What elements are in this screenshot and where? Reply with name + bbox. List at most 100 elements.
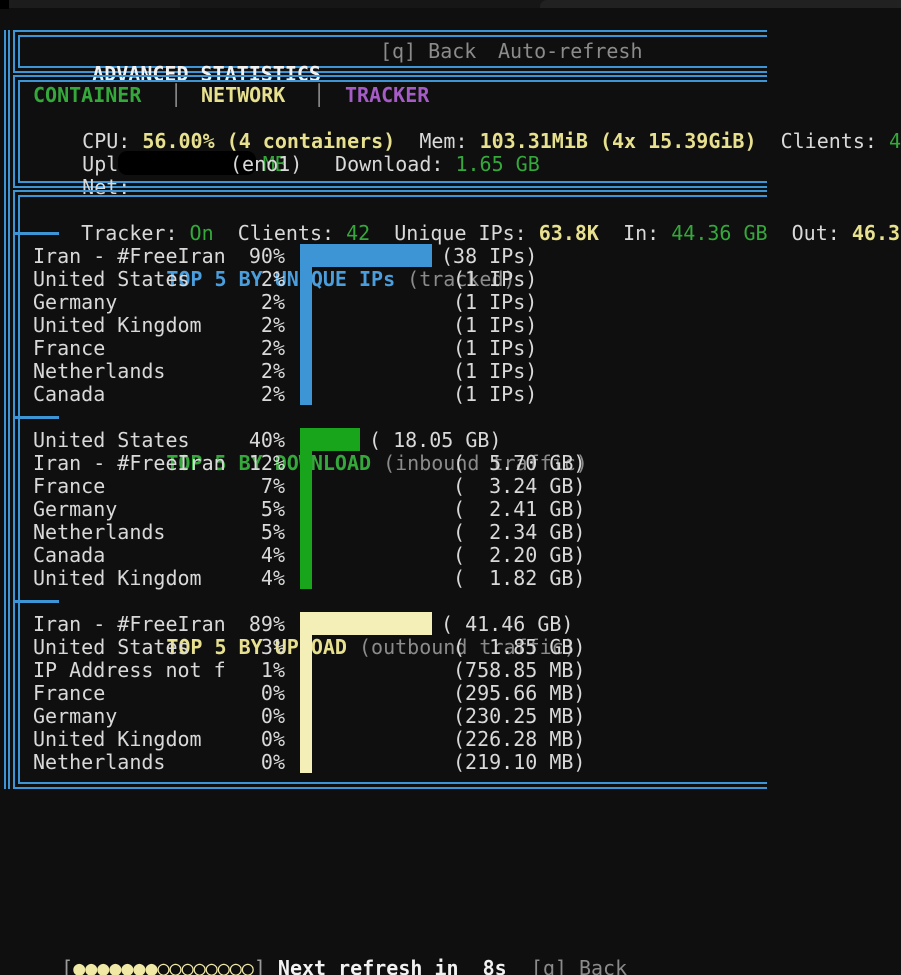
row-bar bbox=[300, 635, 312, 658]
row-country: United States bbox=[33, 636, 225, 659]
row-percent: 4% bbox=[225, 567, 285, 590]
clients-value: 42 bbox=[889, 129, 901, 153]
chrome-segment-right bbox=[540, 0, 901, 8]
row-country: Netherlands bbox=[33, 751, 225, 774]
row-percent: 2% bbox=[225, 337, 285, 360]
row-percent: 12% bbox=[225, 452, 285, 475]
row-country: France bbox=[33, 337, 225, 360]
row-percent: 40% bbox=[225, 429, 285, 452]
chart-row: Canada4% ( 2.20 GB) bbox=[33, 544, 893, 567]
row-percent: 5% bbox=[225, 498, 285, 521]
row-bar bbox=[300, 612, 432, 635]
branch-line bbox=[13, 600, 59, 603]
row-country: Canada bbox=[33, 383, 225, 406]
tab-network[interactable]: NETWORK bbox=[201, 84, 285, 107]
back-hint[interactable]: [q] Back bbox=[507, 956, 627, 975]
row-value: ( 1.85 GB) bbox=[453, 636, 585, 659]
row-bar bbox=[300, 520, 312, 543]
row-country: Germany bbox=[33, 291, 225, 314]
row-percent: 2% bbox=[225, 360, 285, 383]
row-bar bbox=[300, 681, 312, 704]
row-bar bbox=[300, 543, 312, 566]
back-hint[interactable]: [q] Back bbox=[380, 40, 476, 63]
chart-area: TOP 5 BY UNIQUE IPs (tracked) Iran - #Fr… bbox=[33, 222, 893, 774]
chart-row: France2% (1 IPs) bbox=[33, 337, 893, 360]
section-header: TOP 5 BY DOWNLOAD (inbound traffic) bbox=[33, 406, 893, 429]
section-upload: TOP 5 BY UPLOAD (outbound traffic) Iran … bbox=[33, 590, 893, 774]
row-value: ( 2.41 GB) bbox=[453, 498, 585, 521]
row-country: United States bbox=[33, 429, 225, 452]
chart-row: United Kingdom0% (226.28 MB) bbox=[33, 728, 893, 751]
row-bar bbox=[300, 474, 312, 497]
row-country: Iran - #FreeIran bbox=[33, 245, 225, 268]
chart-row: Germany0%(230.25 MB) bbox=[33, 705, 893, 728]
row-value: (1 IPs) bbox=[453, 360, 537, 383]
row-percent: 0% bbox=[225, 705, 285, 728]
chart-row: Netherlands0%(219.10 MB) bbox=[33, 751, 893, 774]
row-bar bbox=[300, 359, 312, 382]
row-percent: 3% bbox=[225, 636, 285, 659]
row-value: (226.28 MB) bbox=[453, 728, 585, 751]
row-country: Netherlands bbox=[33, 360, 225, 383]
row-country: Germany bbox=[33, 498, 225, 521]
row-bar bbox=[300, 382, 312, 405]
chart-row: United States40% ( 18.05 GB) bbox=[33, 429, 893, 452]
row-value: (1 IPs) bbox=[453, 314, 537, 337]
row-bar bbox=[300, 750, 312, 773]
chart-row: Germany5% ( 2.41 GB) bbox=[33, 498, 893, 521]
section-header: TOP 5 BY UNIQUE IPs (tracked) bbox=[33, 222, 893, 245]
row-percent: 2% bbox=[225, 383, 285, 406]
chart-row: Netherlands2% (1 IPs) bbox=[33, 360, 893, 383]
row-country: United States bbox=[33, 268, 225, 291]
chart-row: IP Address not f1% (758.85 MB) bbox=[33, 659, 893, 682]
row-bar bbox=[300, 313, 312, 336]
chart-row: Iran - #FreeIran12% ( 5.70 GB) bbox=[33, 452, 893, 475]
chrome-segment-left bbox=[0, 0, 180, 8]
chrome-notch bbox=[0, 0, 9, 9]
window-chrome bbox=[0, 0, 901, 8]
row-percent: 1% bbox=[225, 659, 285, 682]
row-percent: 5% bbox=[225, 521, 285, 544]
terminal-screen: ADVANCED STATISTICS [q] Back Auto-refres… bbox=[0, 0, 901, 975]
autorefresh-toggle[interactable]: Auto-refresh bbox=[498, 40, 643, 63]
download-value: 1.65 GB bbox=[455, 152, 539, 176]
row-value: ( 5.70 GB) bbox=[453, 452, 585, 475]
row-value: (1 IPs) bbox=[453, 337, 537, 360]
row-percent: 2% bbox=[225, 314, 285, 337]
tab-separator: │ bbox=[170, 84, 182, 107]
row-country: France bbox=[33, 475, 225, 498]
row-country: Netherlands bbox=[33, 521, 225, 544]
section-download: TOP 5 BY DOWNLOAD (inbound traffic) Unit… bbox=[33, 406, 893, 590]
row-percent: 0% bbox=[225, 682, 285, 705]
progress-dots-filled: ●●●●●●● bbox=[73, 956, 157, 975]
tab-tracker[interactable]: TRACKER bbox=[345, 84, 429, 107]
row-percent: 0% bbox=[225, 728, 285, 751]
row-country: United Kingdom bbox=[33, 728, 225, 751]
refresh-seconds: 8s bbox=[471, 956, 507, 975]
row-value: (230.25 MB) bbox=[453, 705, 585, 728]
row-country: IP Address not f bbox=[33, 659, 225, 682]
row-country: Iran - #FreeIran bbox=[33, 452, 225, 475]
row-bar bbox=[300, 497, 312, 520]
row-value: ( 18.05 GB) bbox=[369, 429, 501, 452]
row-value: ( 2.20 GB) bbox=[453, 544, 585, 567]
row-value: ( 1.82 GB) bbox=[453, 567, 585, 590]
refresh-status-bar: [●●●●●●●○○○○○○○○] Next refresh in 8s [q]… bbox=[13, 934, 627, 975]
row-country: Iran - #FreeIran bbox=[33, 613, 225, 636]
tab-bar: CONTAINER │ NETWORK │ TRACKER bbox=[0, 84, 901, 107]
section-header: TOP 5 BY UPLOAD (outbound traffic) bbox=[33, 590, 893, 613]
row-percent: 4% bbox=[225, 544, 285, 567]
chart-row: Germany2%(1 IPs) bbox=[33, 291, 893, 314]
section-unique-ips: TOP 5 BY UNIQUE IPs (tracked) Iran - #Fr… bbox=[33, 222, 893, 406]
tab-container[interactable]: CONTAINER bbox=[33, 84, 141, 107]
row-bar bbox=[300, 727, 312, 750]
tab-separator: │ bbox=[313, 84, 325, 107]
row-value: (758.85 MB) bbox=[453, 659, 585, 682]
row-country: Canada bbox=[33, 544, 225, 567]
row-value: (38 IPs) bbox=[441, 245, 537, 268]
download-label: Download: bbox=[335, 152, 455, 176]
branch-line bbox=[13, 416, 59, 419]
row-percent: 7% bbox=[225, 475, 285, 498]
chart-row: United States3% ( 1.85 GB) bbox=[33, 636, 893, 659]
row-percent: 89% bbox=[225, 613, 285, 636]
